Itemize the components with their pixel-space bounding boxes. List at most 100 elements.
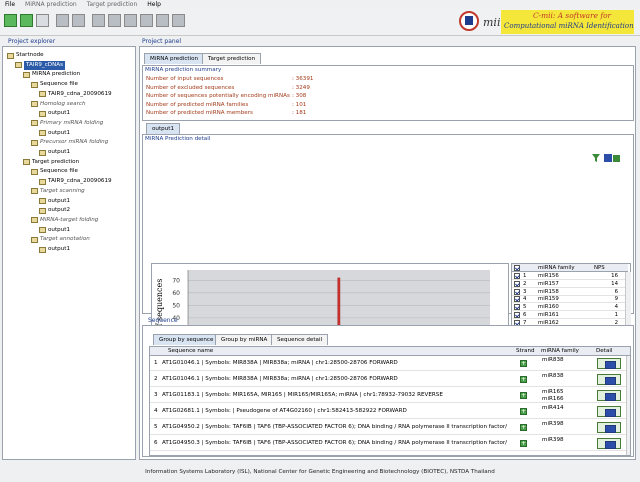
tree-node[interactable]: Target prediction bbox=[23, 158, 79, 167]
tree-node[interactable]: output2 bbox=[39, 206, 70, 215]
detail-button[interactable] bbox=[597, 374, 621, 385]
row-checkbox[interactable] bbox=[514, 280, 520, 287]
family-row[interactable]: 4 miR159 9 bbox=[512, 295, 628, 304]
strand-plus-icon: + bbox=[520, 360, 527, 367]
sequence-table-scrollbar[interactable] bbox=[626, 356, 630, 455]
tab-group-by-mirna[interactable]: Group by miRNA bbox=[215, 334, 274, 345]
family-row[interactable]: 3 miR158 6 bbox=[512, 288, 628, 296]
tab-sequence-detail[interactable]: Sequence detail bbox=[271, 334, 329, 345]
tree-node[interactable]: output1 bbox=[39, 245, 70, 254]
tree-node[interactable]: Target scanning bbox=[31, 187, 85, 196]
help-tool-icon[interactable] bbox=[172, 14, 185, 27]
detail-button[interactable] bbox=[597, 390, 621, 401]
tree-node-label: MiRNA prediction bbox=[32, 71, 81, 78]
menu-mirna-prediction[interactable]: MiRNA prediction bbox=[25, 1, 77, 8]
tree-node[interactable]: TAIR9_cdna_20090619 bbox=[39, 90, 112, 99]
tree-node[interactable]: MiRNA prediction bbox=[23, 70, 80, 79]
tab-output1[interactable]: output1 bbox=[146, 123, 181, 134]
seq-index: 1 bbox=[154, 360, 158, 366]
annotation-tool-icon[interactable] bbox=[124, 14, 137, 27]
family-row[interactable]: 6 miR161 1 bbox=[512, 311, 628, 319]
filter-icon[interactable] bbox=[591, 153, 601, 163]
open-project-icon[interactable] bbox=[20, 14, 33, 27]
sequence-row[interactable]: 1 AT1G01046.1 | Symbols: MIR838A | MIR838… bbox=[150, 356, 630, 371]
tree-node[interactable]: output1 bbox=[39, 109, 70, 118]
detail-button[interactable] bbox=[597, 438, 621, 449]
tab-group-by-sequence[interactable]: Group by sequence bbox=[153, 334, 220, 345]
target-tool-icon[interactable] bbox=[72, 14, 85, 27]
tree-node-label: Startnode bbox=[16, 52, 44, 58]
status-bar: Information Systems Laboratory (ISL), Na… bbox=[145, 469, 495, 475]
new-project-icon[interactable] bbox=[4, 14, 17, 27]
folder-icon bbox=[31, 101, 38, 107]
row-checkbox[interactable] bbox=[514, 304, 520, 311]
detail-button[interactable] bbox=[597, 406, 621, 417]
row-nps: 9 bbox=[614, 296, 618, 303]
tree-node[interactable]: output1 bbox=[39, 197, 70, 206]
menu-target-prediction[interactable]: Target prediction bbox=[87, 1, 138, 8]
tree-node[interactable]: output1 bbox=[39, 226, 70, 235]
seq-name: AT1G02681.1 | Symbols: | Pseudogene of A… bbox=[162, 408, 407, 414]
tree-node[interactable]: TAIR9_cDNAs bbox=[15, 60, 66, 70]
save-chart-icon[interactable] bbox=[603, 153, 621, 163]
report-tool-icon[interactable] bbox=[140, 14, 153, 27]
family-row[interactable]: 5 miR160 4 bbox=[512, 303, 628, 312]
sequence-row[interactable]: 2 AT1G01046.1 | Symbols: MIR838A | MIR838… bbox=[150, 372, 630, 387]
family-row[interactable]: 2 miR157 14 bbox=[512, 280, 628, 288]
tree-node[interactable]: Homolog search bbox=[31, 100, 86, 109]
folder-icon bbox=[39, 227, 46, 234]
row-family: miR156 bbox=[538, 273, 559, 279]
summary-row: Number of predicted miRNA members: 181 bbox=[146, 110, 306, 118]
folder-icon bbox=[31, 188, 38, 195]
nps-col-header[interactable]: NPS bbox=[594, 265, 605, 271]
tree-node[interactable]: Sequence file bbox=[31, 80, 78, 89]
panel-title: Project panel bbox=[142, 38, 182, 45]
row-checkbox[interactable] bbox=[514, 312, 520, 318]
strand-header[interactable]: Strand bbox=[516, 348, 535, 354]
folding-tool-icon[interactable] bbox=[92, 14, 105, 27]
detail-header[interactable]: Detail bbox=[596, 348, 612, 354]
sequence-box: Group by sequence Group by miRNA Sequenc… bbox=[142, 325, 634, 457]
folder-icon bbox=[31, 236, 38, 243]
tree-node[interactable]: Precursor miRNA folding bbox=[31, 138, 108, 147]
menu-help[interactable]: Help bbox=[147, 1, 161, 8]
tree-node-label: output1 bbox=[48, 129, 71, 136]
tree-node[interactable]: Primary miRNA folding bbox=[31, 119, 103, 128]
export-tool-icon[interactable] bbox=[156, 14, 169, 27]
sequence-name-header[interactable]: Sequence name bbox=[168, 348, 213, 354]
row-checkbox[interactable] bbox=[514, 273, 520, 279]
row-family: miR161 bbox=[538, 312, 559, 318]
select-all-checkbox[interactable] bbox=[514, 265, 520, 271]
tree-node[interactable]: Sequence file bbox=[31, 167, 78, 176]
scan-tool-icon[interactable] bbox=[108, 14, 121, 27]
family-col-header[interactable]: miRNA family bbox=[538, 265, 575, 271]
sequence-row[interactable]: 4 AT1G02681.1 | Symbols: | Pseudogene of … bbox=[150, 404, 630, 419]
tab-mirna-prediction[interactable]: MiRNA prediction bbox=[144, 53, 205, 64]
tree-node[interactable]: TAIR9_cdna_20090619 bbox=[39, 177, 112, 186]
seq-index: 4 bbox=[154, 408, 158, 414]
family-row[interactable]: 1 miR156 16 bbox=[512, 272, 628, 280]
tree-node[interactable]: output1 bbox=[39, 148, 70, 157]
mirna-family-header[interactable]: miRNA family bbox=[541, 348, 579, 354]
sequence-row[interactable]: 5 AT1G04950.2 | Symbols: TAF6IB | TAF6 (T… bbox=[150, 420, 630, 435]
sequence-row[interactable]: 6 AT1G04950.3 | Symbols: TAF6IB | TAF6 (T… bbox=[150, 436, 630, 451]
save-icon[interactable] bbox=[36, 14, 49, 27]
seq-index: 6 bbox=[154, 440, 158, 446]
row-checkbox[interactable] bbox=[514, 296, 520, 303]
tree-node[interactable]: Startnode bbox=[7, 51, 44, 60]
tab-target-prediction[interactable]: Target prediction bbox=[202, 53, 262, 64]
tree-node[interactable]: output1 bbox=[39, 129, 70, 138]
tree-node-label: output1 bbox=[48, 110, 71, 117]
mirna-tool-icon[interactable] bbox=[56, 14, 69, 27]
tree-node-label: output1 bbox=[48, 197, 71, 204]
row-checkbox[interactable] bbox=[514, 288, 520, 295]
tree-node[interactable]: MiRNA-target folding bbox=[31, 216, 98, 225]
strand-plus-icon: + bbox=[520, 424, 527, 431]
detail-button[interactable] bbox=[597, 422, 621, 433]
row-index: 4 bbox=[523, 296, 527, 303]
detail-button[interactable] bbox=[597, 358, 621, 369]
menu-file[interactable]: File bbox=[5, 1, 15, 8]
sequence-row[interactable]: 3 AT1G01183.1 | Symbols: MIR165A, MIR165 … bbox=[150, 388, 630, 403]
tree-node[interactable]: Target annotation bbox=[31, 235, 90, 244]
folder-icon bbox=[31, 120, 38, 127]
